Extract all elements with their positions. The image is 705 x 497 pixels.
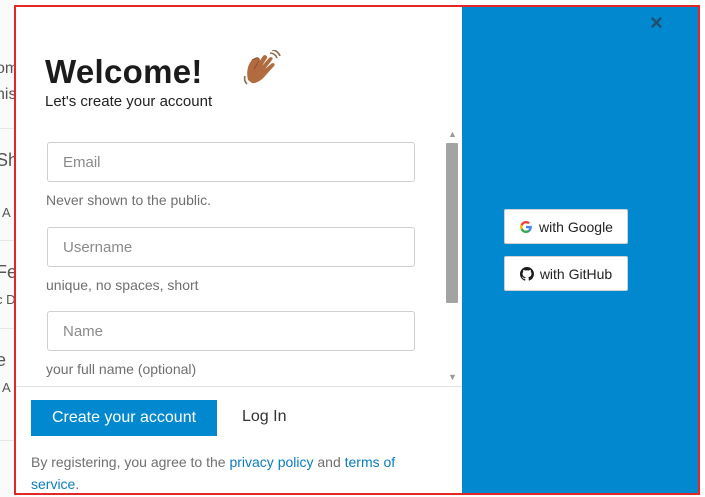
social-login-panel (462, 7, 698, 493)
scroll-down-arrow-icon[interactable]: ▼ (448, 372, 457, 382)
name-field[interactable] (47, 311, 415, 351)
github-login-button[interactable]: with GitHub (504, 256, 628, 291)
signup-form-panel: Welcome! Let's create your account Never… (16, 7, 462, 493)
legal-suffix: . (75, 476, 80, 492)
privacy-policy-link[interactable]: privacy policy (229, 454, 313, 470)
background-text: A (2, 380, 11, 395)
waving-hand-icon (243, 50, 281, 85)
name-hint: your full name (optional) (46, 361, 197, 377)
form-scrollbar[interactable]: ▲ ▼ (446, 129, 460, 387)
welcome-subtitle: Let's create your account (45, 93, 213, 110)
background-text: e (0, 350, 7, 370)
username-hint: unique, no spaces, short (46, 277, 199, 293)
form-scroll-area: Never shown to the public. unique, no sp… (16, 134, 462, 386)
legal-prefix: By registering, you agree to the (31, 454, 226, 470)
google-icon (520, 220, 532, 233)
username-field[interactable] (47, 227, 415, 267)
create-account-button[interactable]: Create your account (31, 400, 217, 436)
signup-modal: Welcome! Let's create your account Never… (14, 5, 700, 495)
scroll-up-arrow-icon[interactable]: ▲ (448, 129, 457, 139)
close-icon[interactable]: × (650, 10, 663, 36)
legal-and: and (317, 454, 341, 470)
form-divider (16, 386, 462, 387)
email-hint: Never shown to the public. (46, 192, 211, 208)
background-text: A (2, 205, 11, 220)
github-login-label: with GitHub (539, 265, 613, 282)
scrollbar-thumb[interactable] (446, 143, 458, 303)
google-login-button[interactable]: with Google (504, 209, 628, 244)
login-button[interactable]: Log In (242, 408, 286, 426)
legal-notice: By registering, you agree to the privacy… (31, 451, 441, 493)
email-field[interactable] (47, 142, 415, 182)
google-login-label: with Google (539, 218, 613, 235)
welcome-title: Welcome! (45, 53, 203, 90)
github-icon (519, 266, 534, 281)
